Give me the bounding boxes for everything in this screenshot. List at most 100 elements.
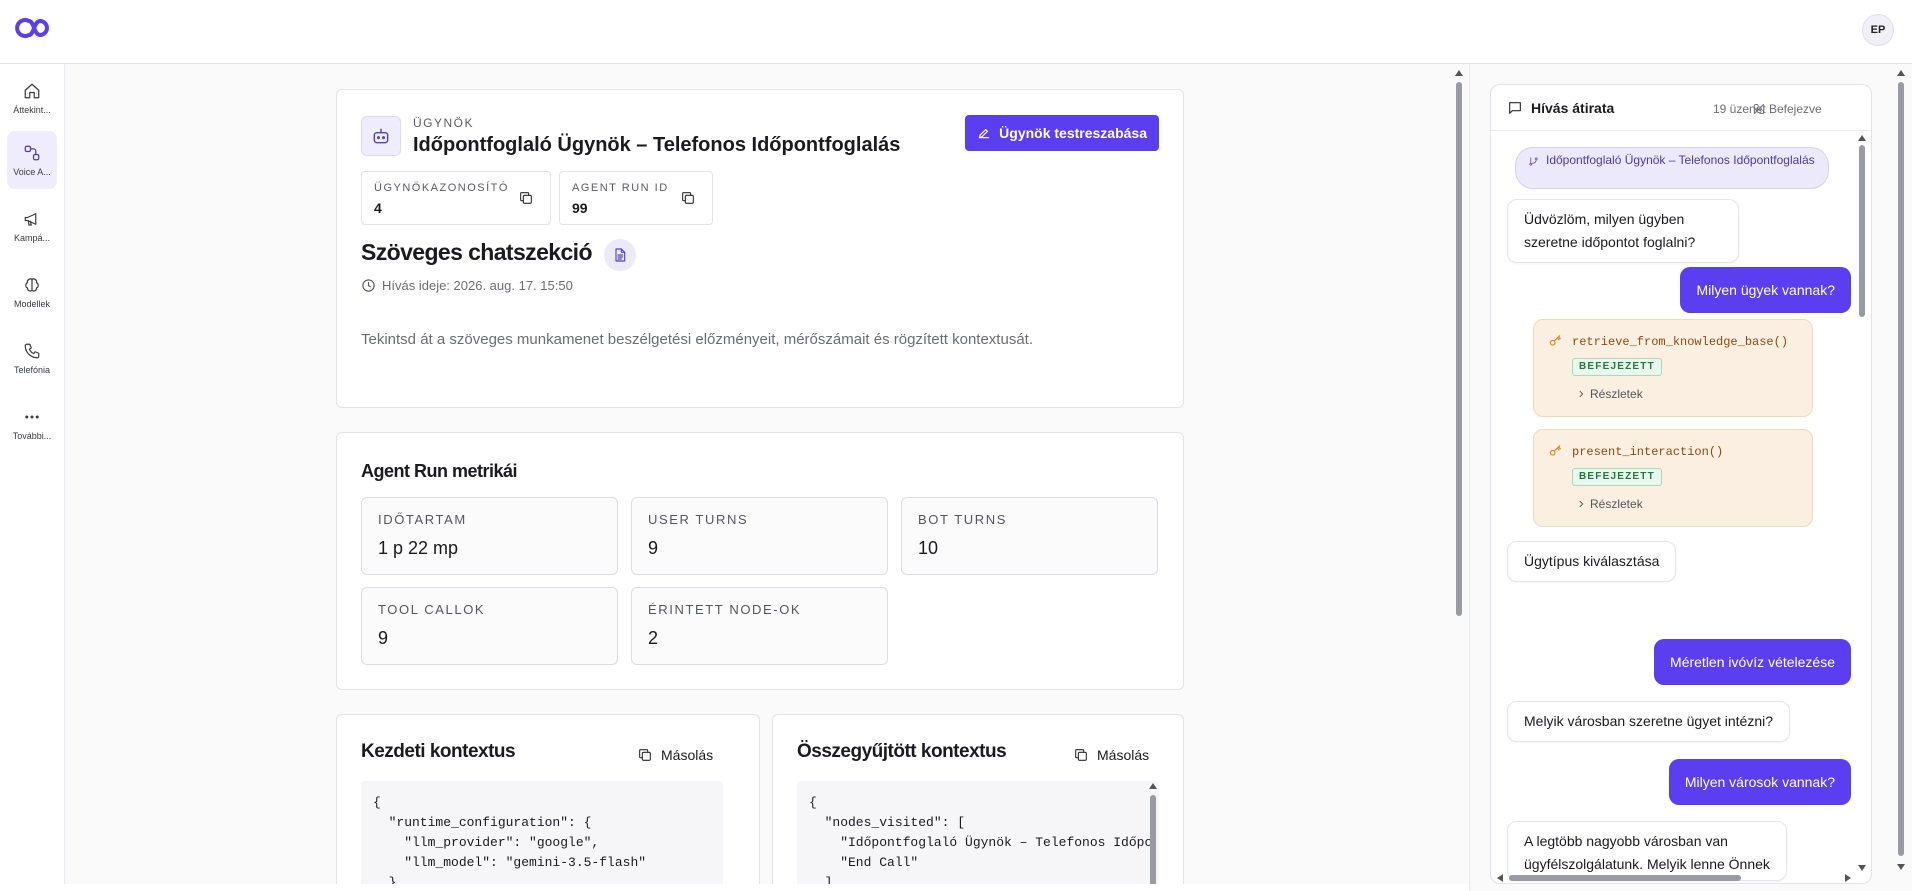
metric-bot-turns: BOT TURNS 10 xyxy=(901,497,1158,575)
metric-value: 9 xyxy=(378,628,389,648)
document-icon xyxy=(615,248,626,262)
sidebar-item-overview[interactable]: Áttekint... xyxy=(7,69,57,127)
metric-tool-calls: TOOL CALLOK 9 xyxy=(361,587,618,665)
sidebar-item-voice-agents[interactable]: Voice A... xyxy=(7,131,57,189)
sidebar-item-label: Kampá... xyxy=(13,232,51,243)
agent-header-card: ÜGYNÖK Időpontfoglaló Ügynök – Telefonos… xyxy=(336,89,1184,408)
sidebar: Áttekint... Voice A... Kampá... Modellek… xyxy=(0,64,64,891)
message-square-icon xyxy=(1509,102,1521,114)
home-icon xyxy=(24,83,40,98)
agent-id-value: 4 xyxy=(374,200,382,216)
tool-call: present_interaction() BEFEJEZETT Részlet… xyxy=(1533,429,1813,527)
customize-agent-label: Ügynök testreszabása xyxy=(999,125,1147,141)
tool-details-toggle[interactable]: Részletek xyxy=(1576,387,1643,401)
transcript-horizontal-scrollbar[interactable] xyxy=(1495,873,1855,883)
bot-message: Ügytípus kiválasztása xyxy=(1507,541,1677,582)
copy-icon xyxy=(637,747,653,763)
transcript-document-button[interactable] xyxy=(604,239,636,271)
user-message: Milyen ügyek vannak? xyxy=(1680,267,1851,313)
right-panel-scrollbar[interactable] xyxy=(1896,68,1906,880)
metrics-card: Agent Run metrikái IDŐTARTAM 1 p 22 mp U… xyxy=(336,432,1184,690)
copy-icon xyxy=(1073,747,1089,763)
sidebar-item-telephony[interactable]: Telefónia xyxy=(7,329,57,387)
call-time-row: Hívás ideje: 2026. aug. 17. 15:50 xyxy=(361,278,573,293)
initial-context-title: Kezdeti kontextus xyxy=(361,741,516,762)
bot-icon xyxy=(373,128,389,144)
copy-label: Másolás xyxy=(1097,747,1150,763)
tool-details-toggle[interactable]: Részletek xyxy=(1576,497,1643,511)
transcript-panel: Hívás átirata 19 üzenet Befejezve Időpon… xyxy=(1490,84,1872,884)
sidebar-item-models[interactable]: Modellek xyxy=(7,263,57,321)
initial-context-code: { "runtime_configuration": { "llm_provid… xyxy=(361,781,723,884)
sidebar-item-label: Telefónia xyxy=(13,364,51,375)
call-time: Hívás ideje: 2026. aug. 17. 15:50 xyxy=(382,278,573,293)
copy-agent-id-button[interactable] xyxy=(518,190,534,206)
tool-status-badge: BEFEJEZETT xyxy=(1572,468,1662,486)
metric-label: IDŐTARTAM xyxy=(378,512,467,527)
metric-duration: IDŐTARTAM 1 p 22 mp xyxy=(361,497,618,575)
node-indicator: Időpontfoglaló Ügynök – Telefonos Időpon… xyxy=(1515,147,1829,189)
transcript-title: Hívás átirata xyxy=(1531,100,1615,116)
clock-icon xyxy=(362,279,375,292)
session-title: Szöveges chatszekció xyxy=(361,239,593,265)
agent-id-box: ÜGYNÖKAZONOSÍTÓ 4 xyxy=(361,171,551,225)
transcript-scrollbar[interactable] xyxy=(1857,133,1867,875)
chevron-right-icon xyxy=(1579,390,1584,398)
metric-label: TOOL CALLOK xyxy=(378,602,486,617)
copy-initial-context-button[interactable]: Másolás xyxy=(637,747,713,763)
bot-message: A legtöbb nagyobb városban van ügyfélszo… xyxy=(1507,821,1787,881)
main-scrollbar[interactable] xyxy=(1454,68,1464,880)
metric-nodes-touched: ÉRINTETT NODE-OK 2 xyxy=(631,587,888,665)
metric-label: BOT TURNS xyxy=(918,512,1008,527)
call-status-label: Befejezve xyxy=(1769,102,1822,116)
transcript-header: Hívás átirata 19 üzenet Befejezve xyxy=(1491,85,1871,131)
copy-gathered-context-button[interactable]: Másolás xyxy=(1073,747,1149,763)
sidebar-item-campaigns[interactable]: Kampá... xyxy=(7,197,57,255)
user-avatar[interactable]: EP xyxy=(1862,14,1894,46)
gathered-context-title: Összegyűjtött kontextus xyxy=(797,741,1007,762)
user-message: Méretlen ivóvíz vételezése xyxy=(1654,639,1851,685)
metric-value: 1 p 22 mp xyxy=(378,538,459,558)
gathered-context-card: Összegyűjtött kontextus Másolás { "nodes… xyxy=(772,714,1184,884)
key-icon xyxy=(1549,335,1561,346)
metrics-title: Agent Run metrikái xyxy=(361,461,518,481)
brain-icon xyxy=(25,277,39,292)
gathered-context-scrollbar[interactable] xyxy=(1148,781,1158,884)
call-status: Befejezve xyxy=(1753,102,1822,116)
bot-message: Melyik városban szeretne ügyet intézni? xyxy=(1507,701,1791,742)
agent-eyebrow: ÜGYNÖK xyxy=(413,116,475,130)
sidebar-item-label: Modellek xyxy=(13,298,51,309)
top-bar: EP xyxy=(0,0,1912,64)
metric-value: 2 xyxy=(648,628,659,648)
metric-user-turns: USER TURNS 9 xyxy=(631,497,888,575)
app-root: EP Áttekint... Voice A... Kampá... Model… xyxy=(0,0,1912,891)
git-branch-icon xyxy=(1529,157,1538,166)
metric-label: ÉRINTETT NODE-OK xyxy=(648,602,802,617)
copy-run-id-button[interactable] xyxy=(680,190,696,206)
agent-run-id-label: AGENT RUN ID xyxy=(572,182,669,194)
key-icon xyxy=(1549,445,1561,456)
main-content: ÜGYNÖK Időpontfoglaló Ügynök – Telefonos… xyxy=(64,64,1468,884)
sidebar-item-label: További... xyxy=(12,430,52,441)
transcript-sidebar: Hívás átirata 19 üzenet Befejezve Időpon… xyxy=(1469,64,1912,891)
tool-status-badge: BEFEJEZETT xyxy=(1572,358,1662,376)
app-logo-icon[interactable] xyxy=(12,14,52,42)
agent-avatar xyxy=(361,116,401,156)
copy-icon xyxy=(520,192,532,204)
agent-run-id-value: 99 xyxy=(572,200,588,216)
more-horizontal-icon xyxy=(25,415,39,419)
metric-label: USER TURNS xyxy=(648,512,749,527)
gathered-context-code: { "nodes_visited": [ "Időpontfoglaló Ügy… xyxy=(797,781,1159,884)
metric-value: 10 xyxy=(918,538,939,558)
chevron-right-icon xyxy=(1579,500,1584,508)
customize-agent-button[interactable]: Ügynök testreszabása xyxy=(965,115,1159,151)
sidebar-item-label: Áttekint... xyxy=(13,104,51,115)
agent-id-label: ÜGYNÖKAZONOSÍTÓ xyxy=(374,182,509,194)
node-label: Időpontfoglaló Ügynök – Telefonos Időpon… xyxy=(1546,153,1815,167)
agent-run-id-box: AGENT RUN ID 99 xyxy=(559,171,713,225)
tool-function: retrieve_from_knowledge_base() xyxy=(1572,335,1789,349)
tool-function: present_interaction() xyxy=(1572,445,1724,459)
sidebar-item-more[interactable]: További... xyxy=(7,395,57,453)
copy-icon xyxy=(682,192,694,204)
edit-icon xyxy=(978,128,990,139)
